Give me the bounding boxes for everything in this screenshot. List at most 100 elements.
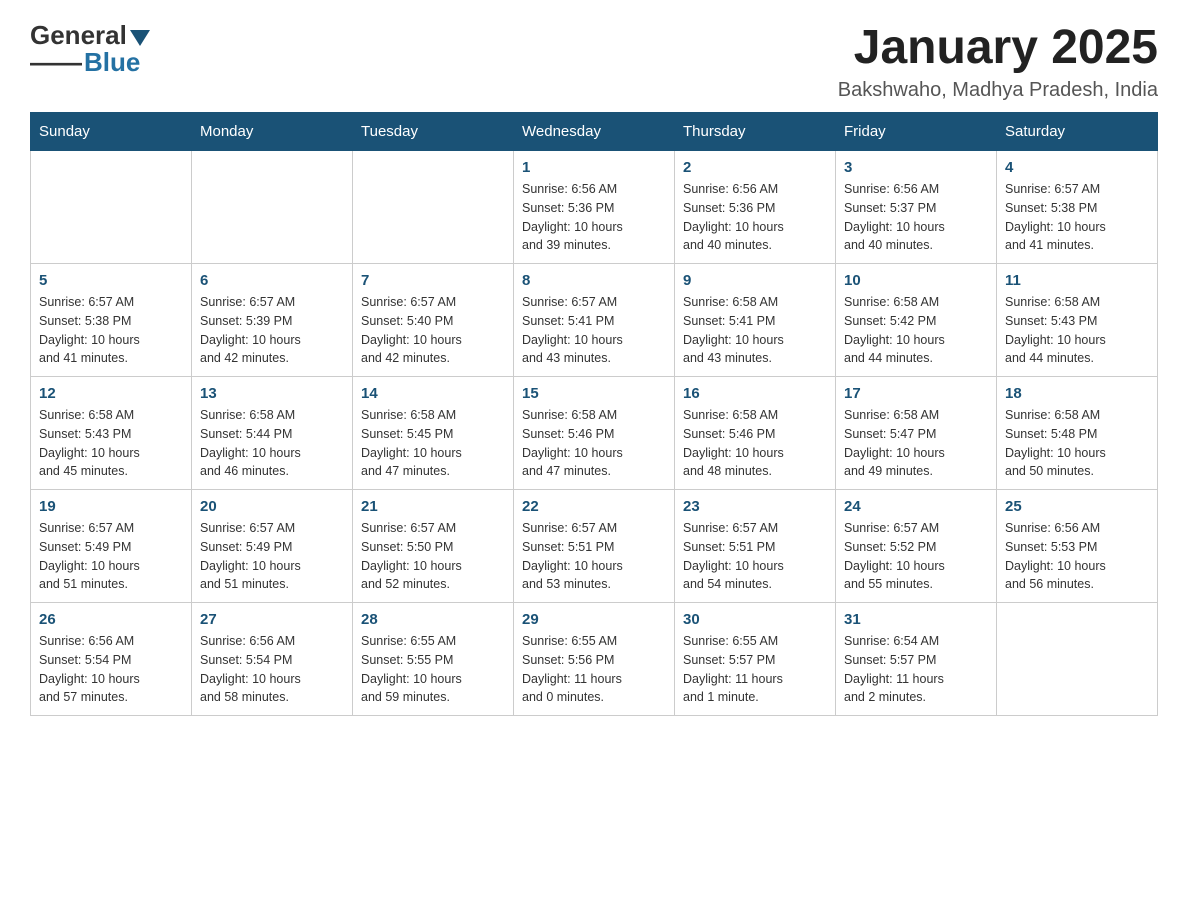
- weekday-header-saturday: Saturday: [997, 113, 1158, 151]
- week-row-2: 5 Sunrise: 6:57 AMSunset: 5:38 PMDaylight…: [31, 264, 1158, 377]
- day-number: 22: [522, 498, 666, 515]
- day-number: 21: [361, 498, 505, 515]
- logo-blue-text: Blue: [84, 47, 140, 78]
- day-number: 18: [1005, 385, 1149, 402]
- calendar-cell: 11Sunrise: 6:58 AMSunset: 5:43 PMDayligh…: [997, 264, 1158, 377]
- calendar-cell: 9Sunrise: 6:58 AMSunset: 5:41 PMDaylight…: [675, 264, 836, 377]
- calendar-table: SundayMondayTuesdayWednesdayThursdayFrid…: [30, 112, 1158, 716]
- day-info: Sunrise: 6:58 AMSunset: 5:42 PMDaylight:…: [844, 293, 988, 368]
- title-section: January 2025 Bakshwaho, Madhya Pradesh, …: [838, 20, 1158, 102]
- day-info: Sunrise: 6:57 AMSunset: 5:38 PMDaylight:…: [39, 293, 183, 368]
- day-number: 11: [1005, 272, 1149, 289]
- logo-arrow-icon: [130, 30, 150, 46]
- calendar-cell: [192, 151, 353, 264]
- day-number: 25: [1005, 498, 1149, 515]
- day-info: Sunrise: 6:55 AMSunset: 5:55 PMDaylight:…: [361, 632, 505, 707]
- calendar-cell: 31 Sunrise: 6:54 AMSunset: 5:57 PMDayligh…: [836, 603, 997, 716]
- calendar-cell: 25 Sunrise: 6:56 AMSunset: 5:53 PMDayligh…: [997, 490, 1158, 603]
- weekday-header-sunday: Sunday: [31, 113, 192, 151]
- calendar-cell: 6 Sunrise: 6:57 AMSunset: 5:39 PMDaylight…: [192, 264, 353, 377]
- day-number: 12: [39, 385, 183, 402]
- day-info: Sunrise: 6:57 AMSunset: 5:49 PMDaylight:…: [39, 519, 183, 594]
- weekday-header-monday: Monday: [192, 113, 353, 151]
- page-header: General —— Blue January 2025 Bakshwaho, …: [30, 20, 1158, 102]
- day-number: 29: [522, 611, 666, 628]
- week-row-1: 1 Sunrise: 6:56 AMSunset: 5:36 PMDaylight…: [31, 151, 1158, 264]
- day-number: 6: [200, 272, 344, 289]
- day-number: 14: [361, 385, 505, 402]
- calendar-cell: 10 Sunrise: 6:58 AMSunset: 5:42 PMDayligh…: [836, 264, 997, 377]
- calendar-cell: 15Sunrise: 6:58 AMSunset: 5:46 PMDayligh…: [514, 377, 675, 490]
- day-number: 24: [844, 498, 988, 515]
- day-number: 2: [683, 159, 827, 176]
- weekday-header-tuesday: Tuesday: [353, 113, 514, 151]
- calendar-cell: 28 Sunrise: 6:55 AMSunset: 5:55 PMDayligh…: [353, 603, 514, 716]
- day-info: Sunrise: 6:56 AMSunset: 5:36 PMDaylight:…: [522, 180, 666, 255]
- day-info: Sunrise: 6:57 AMSunset: 5:50 PMDaylight:…: [361, 519, 505, 594]
- day-number: 9: [683, 272, 827, 289]
- calendar-cell: [31, 151, 192, 264]
- day-number: 31: [844, 611, 988, 628]
- calendar-cell: 23 Sunrise: 6:57 AMSunset: 5:51 PMDayligh…: [675, 490, 836, 603]
- day-info: Sunrise: 6:58 AMSunset: 5:44 PMDaylight:…: [200, 406, 344, 481]
- location-subtitle: Bakshwaho, Madhya Pradesh, India: [838, 79, 1158, 102]
- day-number: 1: [522, 159, 666, 176]
- calendar-cell: [353, 151, 514, 264]
- day-info: Sunrise: 6:56 AMSunset: 5:53 PMDaylight:…: [1005, 519, 1149, 594]
- day-info: Sunrise: 6:58 AMSunset: 5:47 PMDaylight:…: [844, 406, 988, 481]
- calendar-cell: 29Sunrise: 6:55 AMSunset: 5:56 PMDayligh…: [514, 603, 675, 716]
- calendar-cell: 18Sunrise: 6:58 AMSunset: 5:48 PMDayligh…: [997, 377, 1158, 490]
- calendar-cell: 12 Sunrise: 6:58 AMSunset: 5:43 PMDayligh…: [31, 377, 192, 490]
- day-info: Sunrise: 6:58 AMSunset: 5:45 PMDaylight:…: [361, 406, 505, 481]
- calendar-cell: 20Sunrise: 6:57 AMSunset: 5:49 PMDayligh…: [192, 490, 353, 603]
- calendar-cell: 4Sunrise: 6:57 AMSunset: 5:38 PMDaylight…: [997, 151, 1158, 264]
- day-info: Sunrise: 6:58 AMSunset: 5:43 PMDaylight:…: [39, 406, 183, 481]
- calendar-cell: 14 Sunrise: 6:58 AMSunset: 5:45 PMDayligh…: [353, 377, 514, 490]
- day-info: Sunrise: 6:57 AMSunset: 5:39 PMDaylight:…: [200, 293, 344, 368]
- day-info: Sunrise: 6:57 AMSunset: 5:49 PMDaylight:…: [200, 519, 344, 594]
- weekday-header-friday: Friday: [836, 113, 997, 151]
- weekday-header-row: SundayMondayTuesdayWednesdayThursdayFrid…: [31, 113, 1158, 151]
- month-title: January 2025: [838, 20, 1158, 75]
- day-number: 30: [683, 611, 827, 628]
- day-number: 19: [39, 498, 183, 515]
- day-info: Sunrise: 6:57 AMSunset: 5:51 PMDaylight:…: [683, 519, 827, 594]
- day-number: 15: [522, 385, 666, 402]
- calendar-cell: 13 Sunrise: 6:58 AMSunset: 5:44 PMDayligh…: [192, 377, 353, 490]
- day-number: 17: [844, 385, 988, 402]
- day-info: Sunrise: 6:54 AMSunset: 5:57 PMDaylight:…: [844, 632, 988, 707]
- calendar-cell: 5 Sunrise: 6:57 AMSunset: 5:38 PMDaylight…: [31, 264, 192, 377]
- calendar-cell: 19 Sunrise: 6:57 AMSunset: 5:49 PMDayligh…: [31, 490, 192, 603]
- day-info: Sunrise: 6:57 AMSunset: 5:41 PMDaylight:…: [522, 293, 666, 368]
- day-info: Sunrise: 6:56 AMSunset: 5:54 PMDaylight:…: [39, 632, 183, 707]
- calendar-cell: [997, 603, 1158, 716]
- day-number: 3: [844, 159, 988, 176]
- day-info: Sunrise: 6:57 AMSunset: 5:38 PMDaylight:…: [1005, 180, 1149, 255]
- day-number: 7: [361, 272, 505, 289]
- day-info: Sunrise: 6:56 AMSunset: 5:37 PMDaylight:…: [844, 180, 988, 255]
- calendar-cell: 27Sunrise: 6:56 AMSunset: 5:54 PMDayligh…: [192, 603, 353, 716]
- calendar-cell: 7 Sunrise: 6:57 AMSunset: 5:40 PMDaylight…: [353, 264, 514, 377]
- day-info: Sunrise: 6:57 AMSunset: 5:52 PMDaylight:…: [844, 519, 988, 594]
- day-number: 13: [200, 385, 344, 402]
- calendar-cell: 2 Sunrise: 6:56 AMSunset: 5:36 PMDaylight…: [675, 151, 836, 264]
- logo: General —— Blue: [30, 20, 150, 78]
- calendar-cell: 3 Sunrise: 6:56 AMSunset: 5:37 PMDaylight…: [836, 151, 997, 264]
- day-number: 5: [39, 272, 183, 289]
- day-info: Sunrise: 6:56 AMSunset: 5:36 PMDaylight:…: [683, 180, 827, 255]
- calendar-cell: 30 Sunrise: 6:55 AMSunset: 5:57 PMDayligh…: [675, 603, 836, 716]
- day-number: 10: [844, 272, 988, 289]
- calendar-cell: 17 Sunrise: 6:58 AMSunset: 5:47 PMDayligh…: [836, 377, 997, 490]
- week-row-4: 19 Sunrise: 6:57 AMSunset: 5:49 PMDayligh…: [31, 490, 1158, 603]
- day-number: 23: [683, 498, 827, 515]
- calendar-cell: 22Sunrise: 6:57 AMSunset: 5:51 PMDayligh…: [514, 490, 675, 603]
- calendar-cell: 8Sunrise: 6:57 AMSunset: 5:41 PMDaylight…: [514, 264, 675, 377]
- calendar-cell: 1 Sunrise: 6:56 AMSunset: 5:36 PMDaylight…: [514, 151, 675, 264]
- day-info: Sunrise: 6:55 AMSunset: 5:57 PMDaylight:…: [683, 632, 827, 707]
- calendar-cell: 24 Sunrise: 6:57 AMSunset: 5:52 PMDayligh…: [836, 490, 997, 603]
- day-number: 28: [361, 611, 505, 628]
- week-row-3: 12 Sunrise: 6:58 AMSunset: 5:43 PMDayligh…: [31, 377, 1158, 490]
- calendar-cell: 21 Sunrise: 6:57 AMSunset: 5:50 PMDayligh…: [353, 490, 514, 603]
- day-info: Sunrise: 6:57 AMSunset: 5:40 PMDaylight:…: [361, 293, 505, 368]
- day-info: Sunrise: 6:56 AMSunset: 5:54 PMDaylight:…: [200, 632, 344, 707]
